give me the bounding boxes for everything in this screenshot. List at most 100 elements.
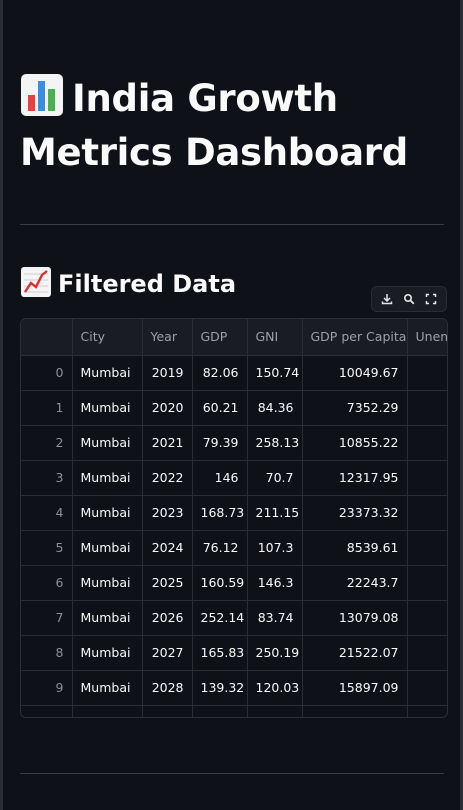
cell-gni[interactable]: 107.3 [247, 530, 303, 566]
cell-city[interactable]: Mumbai [72, 390, 143, 426]
page-title-text: India Growth Metrics Dashboard [20, 77, 408, 174]
cell-city[interactable]: Mumbai [72, 425, 143, 461]
page-title: India Growth Metrics Dashboard [20, 72, 440, 180]
column-header-gni[interactable]: GNI [247, 319, 303, 356]
data-table[interactable]: City Year GDP GNI GDP per Capita Unem 0 … [20, 318, 448, 718]
cell-gdp[interactable]: 82.06 [192, 355, 248, 391]
row-index [21, 705, 73, 717]
data-table-grid: City Year GDP GNI GDP per Capita Unem 0 … [21, 319, 447, 717]
cell-gni[interactable]: 120.03 [247, 670, 303, 706]
table-row: 0 Mumbai 2019 82.06 150.74 10049.67 [21, 355, 447, 391]
cell-gdp-per-capita[interactable]: 12317.95 [302, 460, 408, 496]
cell-gni[interactable]: 70.7 [247, 460, 303, 496]
cell-unemployment[interactable] [407, 390, 447, 426]
cell-gdp-per-capita[interactable]: 23373.32 [302, 495, 408, 531]
column-header-gdp-per-capita[interactable]: GDP per Capita [302, 319, 408, 356]
cell-unemployment[interactable] [407, 600, 447, 636]
cell-gdp-per-capita[interactable]: 21522.07 [302, 635, 408, 671]
cell-unemployment[interactable] [407, 425, 447, 461]
table-row: 1 Mumbai 2020 60.21 84.36 7352.29 [21, 390, 447, 426]
cell-gni[interactable]: 211.15 [247, 495, 303, 531]
cell-year[interactable]: 2028 [142, 670, 193, 706]
cell-gni[interactable]: 146.3 [247, 565, 303, 601]
section-title: Filtered Data [20, 266, 236, 302]
cell-gdp-per-capita[interactable]: 7352.29 [302, 390, 408, 426]
cell-year[interactable]: 2022 [142, 460, 193, 496]
row-index: 4 [21, 495, 73, 531]
download-icon[interactable] [378, 290, 396, 308]
cell-year[interactable]: 2027 [142, 635, 193, 671]
cell-gdp[interactable]: 160.59 [192, 565, 248, 601]
cell-year[interactable]: 2024 [142, 530, 193, 566]
cell-year[interactable]: 2026 [142, 600, 193, 636]
row-index: 7 [21, 600, 73, 636]
cell-gdp[interactable]: 168.73 [192, 495, 248, 531]
cell-city[interactable]: Mumbai [72, 460, 143, 496]
cell-gdp[interactable]: 60.21 [192, 390, 248, 426]
cell-gni[interactable]: 250.19 [247, 635, 303, 671]
row-index: 9 [21, 670, 73, 706]
cell-unemployment[interactable] [407, 635, 447, 671]
table-row: 4 Mumbai 2023 168.73 211.15 23373.32 [21, 495, 447, 531]
cell-city[interactable]: Mumbai [72, 635, 143, 671]
cell-year[interactable]: 2020 [142, 390, 193, 426]
cell-city[interactable]: Mumbai [72, 600, 143, 636]
app-page: India Growth Metrics Dashboard Filtered … [0, 0, 463, 810]
cell-gdp-per-capita[interactable]: 10049.67 [302, 355, 408, 391]
cell-year[interactable]: 2021 [142, 425, 193, 461]
cell-gdp[interactable] [192, 705, 248, 717]
column-header-gdp[interactable]: GDP [192, 319, 248, 356]
cell-year[interactable]: 2025 [142, 565, 193, 601]
cell-gni[interactable]: 83.74 [247, 600, 303, 636]
cell-gdp[interactable]: 252.14 [192, 600, 248, 636]
column-header-year[interactable]: Year [142, 319, 193, 356]
row-index: 0 [21, 355, 73, 391]
column-header-index[interactable] [21, 319, 73, 356]
cell-city[interactable]: Mumbai [72, 530, 143, 566]
cell-gdp[interactable]: 76.12 [192, 530, 248, 566]
cell-year[interactable]: 2023 [142, 495, 193, 531]
cell-unemployment[interactable] [407, 565, 447, 601]
cell-gni[interactable] [247, 705, 303, 717]
cell-gni[interactable]: 84.36 [247, 390, 303, 426]
table-row: 2 Mumbai 2021 79.39 258.13 10855.22 [21, 425, 447, 461]
column-header-unemployment[interactable]: Unem [407, 319, 447, 356]
cell-gdp-per-capita[interactable]: 13079.08 [302, 600, 408, 636]
cell-city[interactable]: Mumbai [72, 565, 143, 601]
cell-gdp-per-capita[interactable]: 10855.22 [302, 425, 408, 461]
row-index: 6 [21, 565, 73, 601]
row-index: 3 [21, 460, 73, 496]
cell-unemployment[interactable] [407, 530, 447, 566]
search-icon[interactable] [400, 290, 418, 308]
cell-unemployment[interactable] [407, 495, 447, 531]
cell-city[interactable] [72, 705, 143, 717]
cell-city[interactable]: Mumbai [72, 495, 143, 531]
cell-gdp-per-capita[interactable]: 15897.09 [302, 670, 408, 706]
cell-gdp-per-capita[interactable]: 22243.7 [302, 565, 408, 601]
section-title-text: Filtered Data [58, 270, 237, 298]
cell-city[interactable]: Mumbai [72, 355, 143, 391]
cell-unemployment[interactable] [407, 355, 447, 391]
cell-gdp[interactable]: 165.83 [192, 635, 248, 671]
cell-gdp[interactable]: 79.39 [192, 425, 248, 461]
cell-gdp[interactable]: 146 [192, 460, 248, 496]
row-index: 2 [21, 425, 73, 461]
cell-unemployment[interactable] [407, 460, 447, 496]
table-row: 3 Mumbai 2022 146 70.7 12317.95 [21, 460, 447, 496]
bottom-divider [20, 773, 444, 774]
fullscreen-icon[interactable] [422, 290, 440, 308]
cell-gni[interactable]: 258.13 [247, 425, 303, 461]
cell-gni[interactable]: 150.74 [247, 355, 303, 391]
column-header-city[interactable]: City [72, 319, 143, 356]
cell-gdp[interactable]: 139.32 [192, 670, 248, 706]
chart-increasing-icon [20, 266, 52, 298]
cell-gdp-per-capita[interactable]: 8539.61 [302, 530, 408, 566]
cell-unemployment[interactable] [407, 670, 447, 706]
top-divider [20, 224, 444, 225]
row-index: 8 [21, 635, 73, 671]
cell-year[interactable]: 2019 [142, 355, 193, 391]
cell-unemployment[interactable] [407, 705, 447, 717]
cell-city[interactable]: Mumbai [72, 670, 143, 706]
cell-year[interactable] [142, 705, 193, 717]
cell-gdp-per-capita[interactable] [302, 705, 408, 717]
